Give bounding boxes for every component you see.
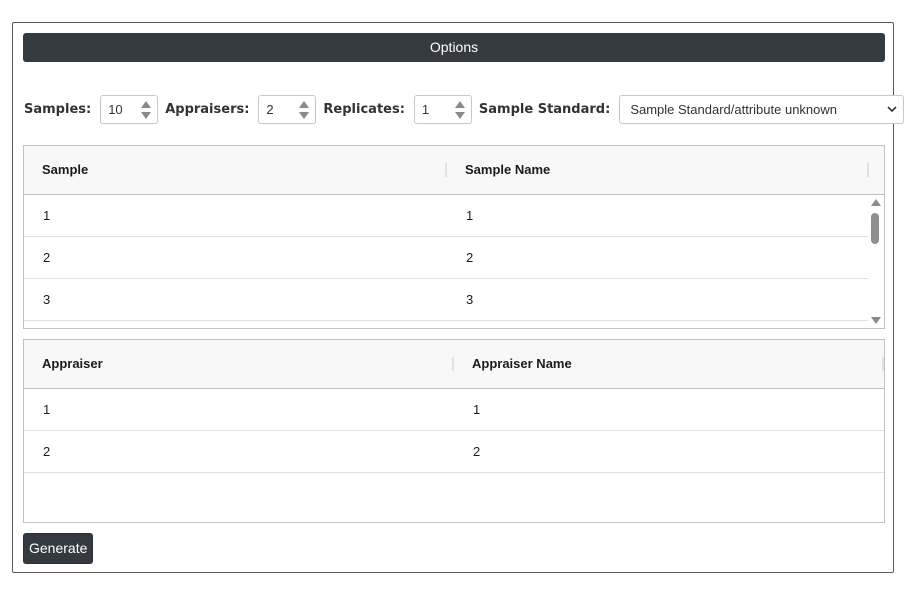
sample-name-cell[interactable]: 3 [466, 279, 473, 321]
sample-name-cell[interactable]: 1 [466, 195, 473, 237]
sample-cell[interactable]: 3 [43, 279, 50, 321]
appraiser-name-cell[interactable]: 1 [473, 389, 480, 431]
replicates-spinner-arrows[interactable] [454, 100, 465, 120]
replicates-label: Replicates: [323, 102, 405, 117]
sample-standard-select[interactable]: Sample Standard/attribute unknown [619, 95, 905, 124]
appraisers-label: Appraisers: [165, 102, 250, 117]
samples-value[interactable]: 10 [108, 96, 122, 123]
scroll-up-icon[interactable] [871, 199, 881, 206]
column-resize-handle[interactable] [445, 163, 447, 177]
chevron-down-icon[interactable] [299, 112, 310, 119]
table-row[interactable]: 1 1 [24, 389, 884, 431]
sample-cell[interactable]: 1 [43, 195, 50, 237]
column-header-appraiser[interactable]: Appraiser [42, 340, 103, 388]
generate-button[interactable]: Generate [23, 533, 94, 564]
column-resize-handle[interactable] [452, 357, 454, 371]
column-header-sample-name[interactable]: Sample Name [465, 146, 550, 194]
samples-label: Samples: [24, 102, 92, 117]
appraisers-value[interactable]: 2 [266, 96, 273, 123]
column-resize-handle[interactable] [882, 357, 884, 371]
column-header-sample[interactable]: Sample [42, 146, 88, 194]
chevron-down-icon[interactable] [141, 112, 152, 119]
samples-grid-header: Sample Sample Name [24, 146, 884, 195]
chevron-up-icon[interactable] [141, 101, 152, 108]
table-row[interactable]: 2 2 [24, 237, 868, 279]
sample-cell[interactable]: 2 [43, 237, 50, 279]
sample-standard-value[interactable]: Sample Standard/attribute unknown [630, 96, 837, 123]
samples-grid-scrollbar[interactable] [868, 195, 884, 328]
options-panel: Options Samples: 10 Appraisers: 2 Replic… [12, 22, 905, 573]
appraiser-name-cell[interactable]: 2 [473, 431, 480, 473]
options-controls: Samples: 10 Appraisers: 2 Replicates: 1 … [24, 94, 905, 125]
chevron-down-icon[interactable] [887, 104, 897, 114]
samples-spinner[interactable]: 10 [100, 95, 159, 124]
replicates-spinner[interactable]: 1 [413, 95, 472, 124]
samples-spinner-arrows[interactable] [141, 100, 152, 120]
appraisers-spinner[interactable]: 2 [258, 95, 317, 124]
options-header: Options [23, 33, 885, 62]
appraiser-cell[interactable]: 1 [43, 389, 50, 431]
chevron-down-icon[interactable] [454, 112, 465, 119]
table-row[interactable]: 3 3 [24, 279, 868, 321]
table-row[interactable]: 2 2 [24, 431, 884, 473]
appraisers-grid: Appraiser Appraiser Name 1 1 2 2 [23, 339, 885, 523]
chevron-up-icon[interactable] [299, 101, 310, 108]
samples-grid: Sample Sample Name 1 1 2 2 3 3 [23, 145, 885, 329]
column-header-appraiser-name[interactable]: Appraiser Name [472, 340, 572, 388]
appraisers-spinner-arrows[interactable] [299, 100, 310, 120]
appraiser-cell[interactable]: 2 [43, 431, 50, 473]
chevron-up-icon[interactable] [454, 101, 465, 108]
table-row[interactable]: 1 1 [24, 195, 868, 237]
column-resize-handle[interactable] [867, 163, 869, 177]
sample-name-cell[interactable]: 2 [466, 237, 473, 279]
scrollbar-thumb[interactable] [871, 213, 879, 244]
appraisers-grid-header: Appraiser Appraiser Name [24, 340, 884, 389]
replicates-value[interactable]: 1 [422, 96, 429, 123]
scroll-down-icon[interactable] [871, 317, 881, 324]
sample-standard-label: Sample Standard: [478, 102, 611, 117]
